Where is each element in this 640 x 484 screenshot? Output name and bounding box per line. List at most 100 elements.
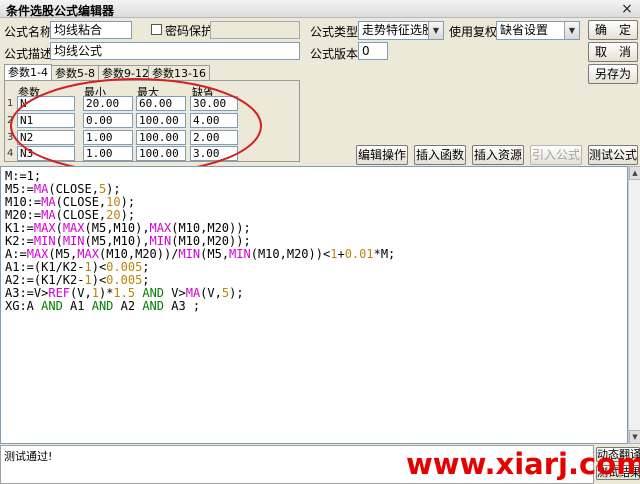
code-token: (CLOSE,: [48, 182, 99, 196]
insert-function-button[interactable]: 插入函数: [414, 145, 466, 165]
code-token: ;: [142, 260, 150, 274]
code-token: A3 ;: [164, 299, 201, 313]
chevron-down-icon[interactable]: ▼: [428, 22, 443, 39]
code-token: A1:=(K1/K2-: [5, 260, 85, 274]
code-token: (M5,M10),: [84, 221, 150, 235]
code-token: AND: [142, 299, 164, 313]
code-token: *M;: [373, 247, 396, 261]
password-checkbox[interactable]: [151, 24, 162, 35]
code-token: K1:=: [5, 221, 34, 235]
code-token: )*: [98, 286, 114, 300]
window-title: 条件选股公式编辑器: [6, 4, 115, 18]
code-token: (M10,M20))<: [250, 247, 331, 261]
chevron-down-icon[interactable]: ▼: [564, 22, 579, 39]
code-token: );: [229, 286, 244, 300]
code-token: );: [106, 182, 121, 196]
code-token: +: [337, 247, 345, 261]
rights-select[interactable]: 缺省设置 ▼: [496, 21, 580, 40]
code-token: 1.5: [113, 286, 136, 300]
editor-scrollbar[interactable]: ▲ ▼: [628, 166, 640, 444]
code-token: (CLOSE,: [55, 195, 107, 209]
code-token: (M5,M10),: [84, 234, 150, 248]
red-highlight-ellipse: [10, 78, 262, 174]
rights-label: 使用复权: [449, 25, 498, 39]
formula-type-select[interactable]: 走势特征选股 ▼: [358, 21, 444, 40]
code-token: (M5,: [200, 247, 230, 261]
code-token: (M5,: [48, 247, 78, 261]
code-token: 20: [106, 208, 121, 222]
password-label: 密码保护: [165, 24, 214, 38]
code-token: MIN: [229, 247, 251, 261]
status-text: 测试通过!: [4, 450, 53, 463]
code-token: (: [55, 234, 63, 248]
code-token: 5: [221, 286, 230, 300]
code-token: 0.005: [106, 260, 143, 274]
import-formula-button[interactable]: 引入公式: [530, 145, 582, 165]
code-token: REF: [48, 286, 71, 300]
code-token: MIN: [178, 247, 201, 261]
code-token: MA: [41, 195, 56, 209]
code-token: XG:A: [5, 299, 42, 313]
code-token: A:=: [5, 247, 27, 261]
code-token: A2: [113, 299, 143, 313]
cancel-button[interactable]: 取 消: [588, 42, 638, 62]
code-token: MIN: [149, 234, 172, 248]
code-line: XG:A AND A1 AND A2 AND A3 ;: [5, 300, 623, 313]
formula-desc-label: 公式描述: [4, 47, 53, 61]
close-icon[interactable]: ×: [618, 0, 636, 18]
password-input: [210, 21, 300, 39]
code-token: (V,: [200, 286, 222, 300]
code-token: M5:=: [5, 182, 34, 196]
code-token: MAX: [77, 247, 99, 261]
code-token: 1: [84, 260, 92, 274]
code-token: );: [120, 195, 136, 209]
code-token: (M10,M20));: [171, 221, 251, 235]
ok-button[interactable]: 确 定: [588, 20, 638, 40]
formula-version-input[interactable]: 0: [358, 42, 388, 60]
code-token: M10:=: [5, 195, 42, 209]
code-token: (: [55, 221, 63, 235]
code-token: A1: [62, 299, 92, 313]
code-token: M:=1;: [5, 169, 42, 183]
test-formula-button[interactable]: 测试公式: [588, 145, 638, 165]
code-token: MA: [33, 182, 49, 196]
code-token: A3:=V>: [5, 286, 49, 300]
code-token: )<: [91, 273, 107, 287]
code-token: 0.01: [344, 247, 374, 261]
formula-version-label: 公式版本: [310, 47, 359, 61]
code-token: (M10,M20))/: [98, 247, 179, 261]
watermark: www.xiarj.com: [406, 447, 640, 481]
code-token: MAX: [33, 221, 56, 235]
formula-name-input[interactable]: 均线粘合: [50, 21, 132, 39]
code-token: A2:=(K1/K2-: [5, 273, 85, 287]
code-token: MIN: [33, 234, 56, 248]
code-token: (CLOSE,: [55, 208, 107, 222]
formula-type-label: 公式类型: [310, 25, 359, 39]
code-token: MA: [185, 286, 201, 300]
code-token: AND: [142, 286, 165, 300]
formula-name-label: 公式名称: [4, 25, 53, 39]
code-token: M20:=: [5, 208, 42, 222]
code-token: K2:=: [5, 234, 34, 248]
rights-value: 缺省设置: [500, 23, 549, 37]
code-token: V>: [164, 286, 186, 300]
edit-operations-button[interactable]: 编辑操作: [356, 145, 408, 165]
code-token: MAX: [26, 247, 49, 261]
code-token: (V,: [70, 286, 92, 300]
formula-desc-input[interactable]: 均线公式: [50, 42, 300, 60]
code-token: ;: [142, 273, 150, 287]
code-token: 1: [91, 286, 99, 300]
code-token: MAX: [149, 221, 172, 235]
formula-type-value: 走势特征选股: [362, 23, 435, 37]
code-token: )<: [91, 260, 107, 274]
save-as-button[interactable]: 另存为: [588, 64, 638, 84]
code-token: AND: [91, 299, 114, 313]
scroll-down-arrow-icon[interactable]: ▼: [629, 430, 640, 444]
formula-code-editor[interactable]: M:=1; M5:=MA(CLOSE,5); M10:=MA(CLOSE,10); M…: [0, 166, 628, 444]
code-token: AND: [41, 299, 63, 313]
code-token: (M10,M20));: [171, 234, 251, 248]
scroll-up-arrow-icon[interactable]: ▲: [629, 166, 640, 180]
code-token: 1: [84, 273, 92, 287]
insert-resource-button[interactable]: 插入资源: [472, 145, 524, 165]
code-token: 10: [106, 195, 121, 209]
